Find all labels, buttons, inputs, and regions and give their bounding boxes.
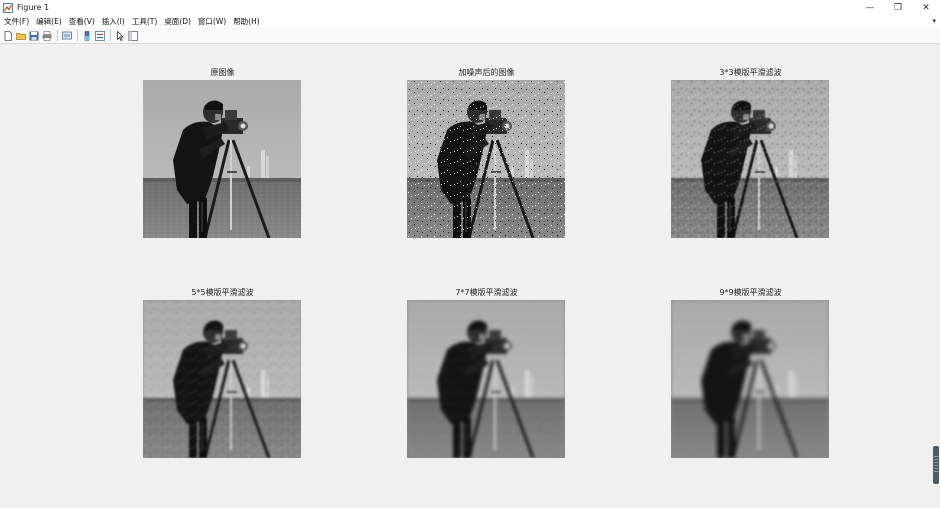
pointer-icon[interactable] (114, 30, 125, 41)
image-smooth-7x7 (407, 300, 565, 458)
image-noisy (407, 80, 565, 238)
toolbar-separator (110, 30, 111, 41)
subplot-title: 9*9模版平滑滤波 (719, 288, 782, 297)
image-smooth-9x9 (671, 300, 829, 458)
toolbar-separator (57, 30, 58, 41)
menu-tools[interactable]: 工具(T) (132, 16, 157, 27)
subplot-title: 7*7模版平滑滤波 (455, 288, 518, 297)
menu-overflow-arrow[interactable]: ▾ (932, 17, 936, 25)
toolbar-separator (77, 30, 78, 41)
restore-button[interactable]: ❐ (884, 0, 912, 15)
new-figure-icon[interactable] (2, 30, 13, 41)
print-preview-icon[interactable] (61, 30, 72, 41)
image-smooth-5x5 (143, 300, 301, 458)
subplot-title: 原图像 (210, 68, 235, 77)
figure-app-icon (3, 2, 13, 13)
menu-desktop[interactable]: 桌面(D) (164, 16, 191, 27)
menu-edit[interactable]: 编辑(E) (36, 16, 62, 27)
matlab-figure-window: Figure 1 — ❐ ✕ 文件(F) 编辑(E) 查看(V) 插入(I) 工… (0, 0, 940, 508)
title-bar[interactable]: Figure 1 — ❐ ✕ (0, 0, 940, 15)
figure-canvas: 原图像 加噪声后的图像 3*3模版平滑滤波 5*5模版平滑滤波 7*7模版平滑滤… (0, 45, 940, 508)
property-editor-icon[interactable] (127, 30, 138, 41)
menu-help[interactable]: 帮助(H) (233, 16, 260, 27)
image-original (143, 80, 301, 238)
close-button[interactable]: ✕ (912, 0, 940, 15)
menu-file[interactable]: 文件(F) (4, 16, 29, 27)
open-file-icon[interactable] (15, 30, 26, 41)
image-smooth-3x3 (671, 80, 829, 238)
window-title: Figure 1 (17, 3, 50, 12)
subplot-title: 5*5模版平滑滤波 (191, 288, 254, 297)
figure-toolbar (0, 28, 940, 44)
print-icon[interactable] (41, 30, 52, 41)
menu-window[interactable]: 窗口(W) (198, 16, 226, 27)
legend-icon[interactable] (94, 30, 105, 41)
menu-insert[interactable]: 插入(I) (102, 16, 125, 27)
menu-bar: 文件(F) 编辑(E) 查看(V) 插入(I) 工具(T) 桌面(D) 窗口(W… (0, 15, 940, 28)
minimize-button[interactable]: — (856, 0, 884, 15)
colorbar-icon[interactable] (81, 30, 92, 41)
save-icon[interactable] (28, 30, 39, 41)
subplot-title: 3*3模版平滑滤波 (719, 68, 782, 77)
menu-view[interactable]: 查看(V) (69, 16, 95, 27)
side-scroll-handle[interactable] (933, 446, 939, 484)
subplot-title: 加噪声后的图像 (458, 68, 515, 77)
